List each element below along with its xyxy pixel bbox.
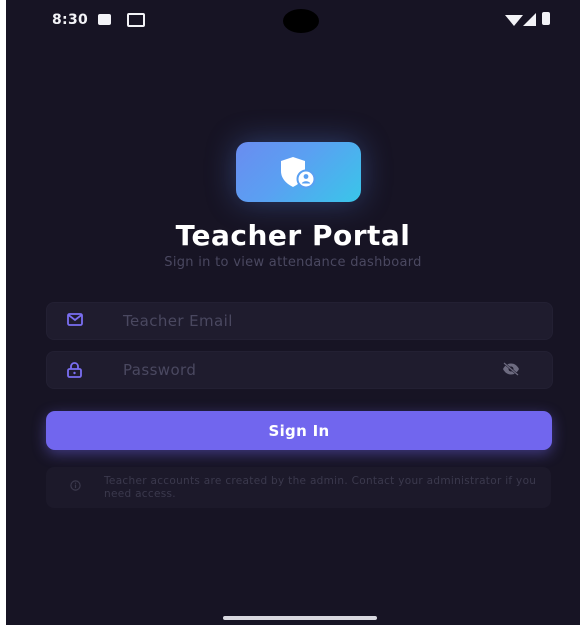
info-text: Teacher accounts are created by the admi… <box>104 475 537 500</box>
email-field[interactable]: Teacher Email <box>46 302 553 340</box>
screen-cast-icon <box>127 13 145 27</box>
app-logo <box>236 142 361 202</box>
status-time: 8:30 <box>52 12 89 28</box>
lock-icon <box>67 362 82 378</box>
mail-icon <box>67 313 83 326</box>
eye-off-icon[interactable] <box>502 362 520 376</box>
wifi-icon <box>505 15 523 26</box>
login-screen: 8:30 Teacher Portal Sign in to view atte… <box>6 0 580 625</box>
signal-icon <box>523 13 536 26</box>
sim-card-icon <box>98 14 111 25</box>
status-bar: 8:30 <box>6 0 580 40</box>
password-placeholder: Password <box>123 361 197 379</box>
sign-in-label: Sign In <box>268 422 330 440</box>
home-indicator[interactable] <box>223 616 377 620</box>
password-field[interactable]: Password <box>46 351 553 389</box>
page-title: Teacher Portal <box>175 219 411 252</box>
sign-in-button[interactable]: Sign In <box>46 411 552 450</box>
email-placeholder: Teacher Email <box>123 312 233 330</box>
camera-cutout <box>283 9 319 33</box>
battery-icon <box>542 12 550 25</box>
info-notice: Teacher accounts are created by the admi… <box>46 467 551 508</box>
shield-user-icon <box>281 157 316 189</box>
page-subtitle: Sign in to view attendance dashboard <box>164 255 422 270</box>
info-icon <box>70 480 81 491</box>
